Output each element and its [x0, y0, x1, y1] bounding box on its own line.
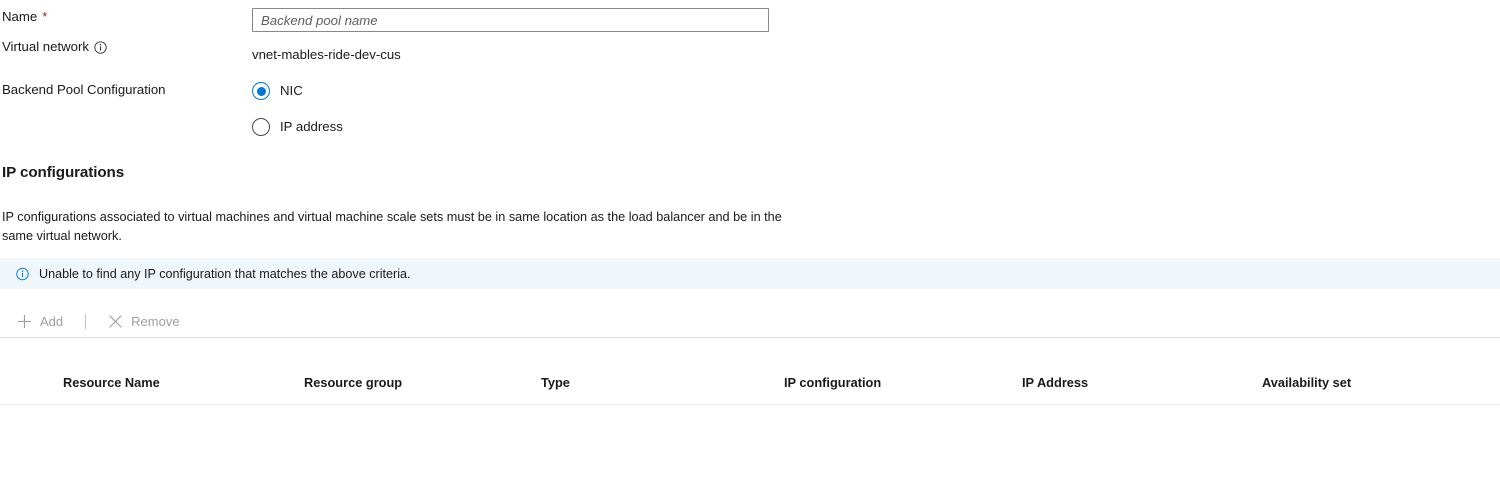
remove-button-label: Remove [131, 313, 180, 329]
label-backend-pool-configuration: Backend Pool Configuration [0, 81, 252, 99]
radio-option-nic-label: NIC [280, 83, 303, 98]
remove-button[interactable]: Remove [99, 306, 188, 336]
column-header-type[interactable]: Type [541, 375, 570, 390]
section-title-ip-configurations: IP configurations [2, 164, 125, 181]
command-bar-separator [85, 313, 87, 329]
add-button[interactable]: Add [8, 306, 72, 336]
plus-icon [17, 314, 32, 329]
label-virtual-network: Virtual network [0, 38, 252, 56]
info-banner-message: Unable to find any IP configuration that… [39, 266, 411, 281]
table-body-empty [0, 405, 1500, 503]
ip-configurations-command-bar: Add Remove [0, 305, 1500, 337]
label-name: Name * [0, 8, 252, 26]
form-row-backend-pool-configuration: Backend Pool Configuration NIC IP addres… [0, 81, 1500, 137]
radio-option-ip-address-label: IP address [280, 119, 343, 134]
info-icon[interactable] [94, 40, 107, 54]
info-message-banner: Unable to find any IP configuration that… [0, 258, 1500, 289]
form-row-virtual-network: Virtual network vnet-mables-ride-dev-cus [0, 38, 1500, 64]
info-circle-icon [16, 267, 29, 281]
required-asterisk: * [42, 8, 48, 24]
virtual-network-value: vnet-mables-ride-dev-cus [252, 47, 401, 62]
form-row-name: Name * [0, 8, 1500, 32]
column-header-ip-configuration[interactable]: IP configuration [784, 375, 881, 390]
table-header-row: Resource Name Resource group Type IP con… [0, 338, 1500, 405]
field-name-wrapper [252, 8, 1500, 32]
radio-option-ip-address[interactable]: IP address [252, 117, 1500, 137]
close-x-icon [108, 314, 123, 329]
ip-configurations-table: Resource Name Resource group Type IP con… [0, 338, 1500, 503]
radio-unselected-icon [252, 118, 270, 136]
section-description: IP configurations associated to virtual … [2, 210, 782, 243]
column-header-ip-address[interactable]: IP Address [1022, 375, 1088, 390]
radio-selected-icon [252, 82, 270, 100]
column-header-resource-name[interactable]: Resource Name [63, 375, 160, 390]
backend-pool-configuration-options: NIC IP address [252, 81, 1500, 137]
backend-pool-name-input[interactable] [252, 8, 769, 32]
column-header-availability-set[interactable]: Availability set [1262, 375, 1351, 390]
column-header-resource-group[interactable]: Resource group [304, 375, 402, 390]
add-button-label: Add [40, 313, 64, 329]
radio-option-nic[interactable]: NIC [252, 81, 1500, 101]
radio-group-backend-pool-configuration: NIC IP address [252, 81, 1500, 137]
label-virtual-network-text: Virtual network [2, 39, 89, 54]
label-name-text: Name [2, 9, 38, 24]
label-backend-pool-configuration-text: Backend Pool Configuration [2, 82, 166, 97]
